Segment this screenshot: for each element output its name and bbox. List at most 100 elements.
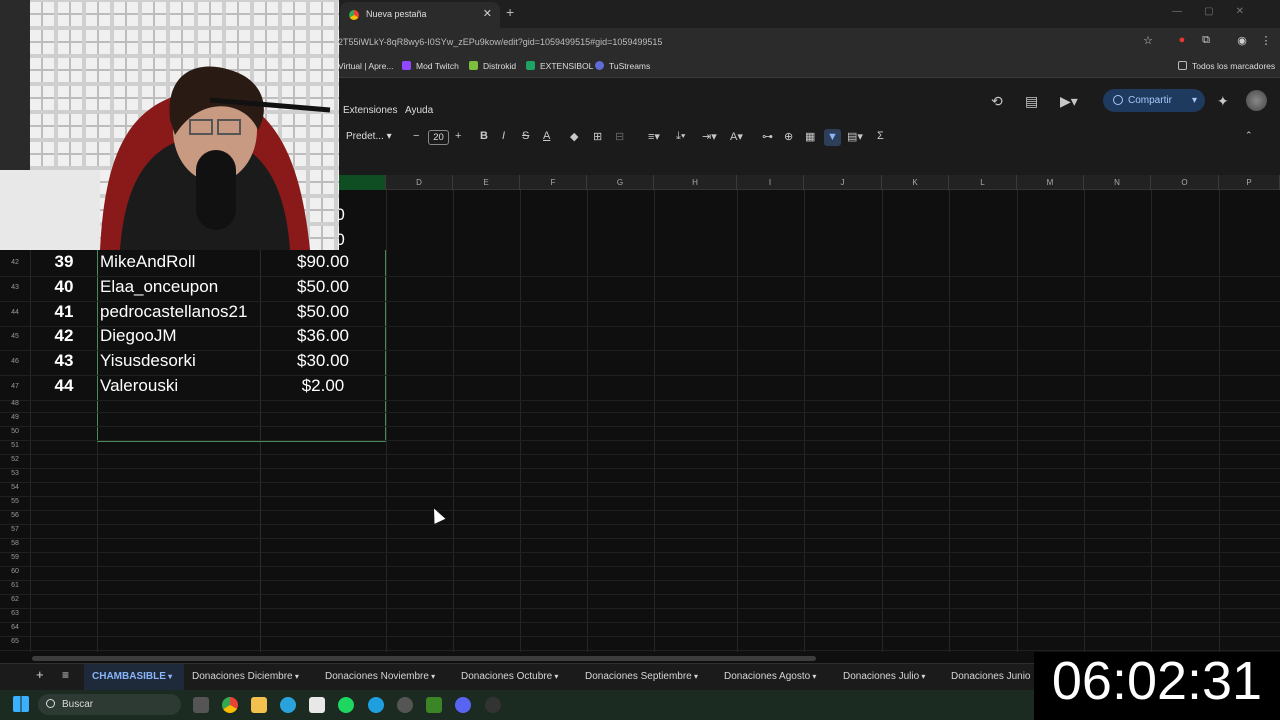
- column-header-l[interactable]: L: [949, 175, 1017, 190]
- row-number[interactable]: 44: [0, 309, 30, 316]
- row-number[interactable]: 62: [0, 596, 30, 603]
- rotate-icon[interactable]: A▾: [730, 130, 743, 143]
- donor-name-cell[interactable]: pedrocastellanos21: [100, 302, 247, 322]
- row-number[interactable]: 48: [0, 400, 30, 407]
- gemini-icon[interactable]: ✦: [1217, 93, 1229, 110]
- ghub-icon[interactable]: [485, 697, 501, 713]
- donor-name-cell[interactable]: Yisusdesorki: [100, 351, 196, 371]
- tab-menu-icon[interactable]: ▾: [293, 672, 299, 681]
- row-number[interactable]: 49: [0, 414, 30, 421]
- column-header-p[interactable]: P: [1219, 175, 1280, 190]
- sheet-tab[interactable]: Donaciones Junio: [951, 671, 1031, 682]
- bookmark-star-icon[interactable]: ☆: [1141, 34, 1155, 48]
- spotify-icon[interactable]: [338, 697, 354, 713]
- history-icon[interactable]: ⟲: [991, 93, 1003, 110]
- tab-menu-icon[interactable]: ▾: [919, 672, 925, 681]
- column-header-m[interactable]: M: [1017, 175, 1084, 190]
- menu-help[interactable]: Ayuda: [405, 105, 433, 116]
- increase-font-icon[interactable]: +: [455, 130, 461, 142]
- strikethrough-icon[interactable]: S: [522, 130, 529, 142]
- bold-icon[interactable]: B: [480, 130, 488, 142]
- borders-icon[interactable]: ⊞: [593, 130, 602, 143]
- sheet-tab[interactable]: Donaciones Octubre ▾: [461, 671, 558, 682]
- tab-menu-icon[interactable]: ▾: [692, 672, 698, 681]
- minecraft-icon[interactable]: [426, 697, 442, 713]
- meet-icon[interactable]: ▶▾: [1060, 93, 1078, 110]
- rank-cell[interactable]: 43: [40, 351, 88, 371]
- row-number[interactable]: 61: [0, 582, 30, 589]
- row-number[interactable]: 65: [0, 638, 30, 645]
- discord-icon[interactable]: [455, 697, 471, 713]
- rank-cell[interactable]: 39: [40, 252, 88, 272]
- bookmark-item[interactable]: TuStreams: [595, 61, 650, 71]
- fill-color-icon[interactable]: ◆: [570, 130, 578, 143]
- close-tab-icon[interactable]: ✕: [483, 2, 492, 26]
- amount-cell[interactable]: $50.00: [262, 277, 384, 297]
- new-tab-icon[interactable]: +: [506, 4, 514, 20]
- column-header-i[interactable]: I: [737, 175, 804, 190]
- sheet-tab[interactable]: Donaciones Septiembre ▾: [585, 671, 698, 682]
- browser-tab[interactable]: Nueva pestaña ✕: [340, 2, 500, 28]
- row-number[interactable]: 55: [0, 498, 30, 505]
- row-number[interactable]: 54: [0, 484, 30, 491]
- amount-cell[interactable]: $50.00: [262, 302, 384, 322]
- all-bookmarks[interactable]: Todos los marcadores: [1178, 61, 1275, 71]
- rank-cell[interactable]: 41: [40, 302, 88, 322]
- donor-name-cell[interactable]: MikeAndRoll: [100, 252, 195, 272]
- donor-name-cell[interactable]: Valerouski: [100, 376, 178, 396]
- sheet-tab[interactable]: Donaciones Noviembre ▾: [325, 671, 435, 682]
- row-number[interactable]: 59: [0, 554, 30, 561]
- profile-icon[interactable]: ◉: [1235, 34, 1249, 48]
- add-sheet-icon[interactable]: +: [36, 667, 44, 682]
- bookmark-item[interactable]: Mod Twitch: [402, 61, 459, 71]
- bookmark-item[interactable]: EXTENSIBOL: [526, 61, 593, 71]
- bookmark-item[interactable]: Distrokid: [469, 61, 516, 71]
- valign-icon[interactable]: ⤓▾: [676, 130, 685, 143]
- row-number[interactable]: 45: [0, 333, 30, 340]
- column-header-k[interactable]: K: [882, 175, 949, 190]
- telegram-icon[interactable]: [280, 697, 296, 713]
- rank-cell[interactable]: 44: [40, 376, 88, 396]
- row-number[interactable]: 47: [0, 383, 30, 390]
- link-icon[interactable]: ⊶: [762, 130, 773, 143]
- row-number[interactable]: 56: [0, 512, 30, 519]
- horizontal-scrollbar[interactable]: [32, 656, 816, 661]
- column-header-h[interactable]: H: [654, 175, 737, 190]
- column-header-e[interactable]: E: [453, 175, 520, 190]
- tab-menu-icon[interactable]: ▾: [552, 672, 558, 681]
- row-number[interactable]: 53: [0, 470, 30, 477]
- row-number[interactable]: 42: [0, 259, 30, 266]
- menu-extensions[interactable]: Extensiones: [343, 105, 397, 116]
- sheet-tab[interactable]: Donaciones Julio ▾: [843, 671, 925, 682]
- decrease-font-icon[interactable]: −: [413, 130, 419, 142]
- row-number[interactable]: 43: [0, 284, 30, 291]
- chrome-taskbar-icon[interactable]: [222, 697, 238, 713]
- extensions-puzzle-icon[interactable]: ⧉: [1199, 34, 1213, 48]
- row-number[interactable]: 58: [0, 540, 30, 547]
- more-menu-icon[interactable]: ⋮: [1259, 34, 1273, 48]
- column-header-g[interactable]: G: [587, 175, 654, 190]
- rank-cell[interactable]: 40: [40, 277, 88, 297]
- filter-icon[interactable]: ▼: [824, 129, 841, 146]
- chart-icon[interactable]: ▦: [805, 130, 815, 143]
- amount-cell[interactable]: $30.00: [262, 351, 384, 371]
- row-number[interactable]: 52: [0, 456, 30, 463]
- tab-menu-icon[interactable]: ▾: [429, 672, 435, 681]
- capcut-icon[interactable]: [309, 697, 325, 713]
- amount-cell[interactable]: $36.00: [262, 326, 384, 346]
- amount-cell[interactable]: $90.00: [262, 252, 384, 272]
- donor-name-cell[interactable]: DiegooJM: [100, 326, 177, 346]
- rank-cell[interactable]: 42: [40, 326, 88, 346]
- edge-icon[interactable]: [368, 697, 384, 713]
- functions-icon[interactable]: Σ: [877, 130, 884, 142]
- column-header-o[interactable]: O: [1151, 175, 1219, 190]
- comments-icon[interactable]: ▤: [1025, 93, 1038, 110]
- wrap-icon[interactable]: ⇥▾: [702, 130, 717, 143]
- row-number[interactable]: 51: [0, 442, 30, 449]
- row-number[interactable]: 63: [0, 610, 30, 617]
- sheet-tab[interactable]: Donaciones Agosto ▾: [724, 671, 816, 682]
- obs-icon[interactable]: [397, 697, 413, 713]
- url-text[interactable]: 2T55iWLkY-8qR8wy6-I0SYw_zEPu9kow/edit?gi…: [338, 37, 662, 47]
- taskbar-search[interactable]: Buscar: [38, 694, 181, 715]
- align-icon[interactable]: ≡▾: [648, 130, 660, 143]
